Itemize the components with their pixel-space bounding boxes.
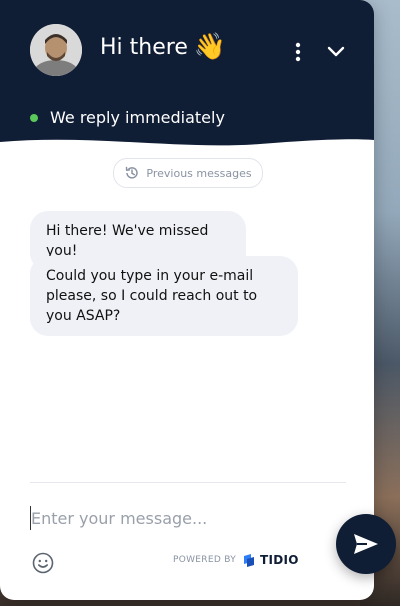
status-indicator: We reply immediately bbox=[30, 108, 225, 127]
previous-messages-label: Previous messages bbox=[146, 166, 252, 180]
chat-title: Hi there 👋 bbox=[100, 34, 226, 60]
emoji-button[interactable] bbox=[32, 552, 54, 574]
history-icon bbox=[126, 166, 139, 179]
online-dot-icon bbox=[30, 113, 38, 122]
brand: TIDIO bbox=[242, 553, 299, 567]
send-button[interactable] bbox=[336, 514, 396, 574]
status-text: We reply immediately bbox=[50, 108, 225, 127]
message-input[interactable] bbox=[30, 506, 311, 530]
tidio-logo-icon bbox=[244, 554, 255, 567]
message-bubble: Could you type in your e-mail please, so… bbox=[30, 256, 298, 336]
powered-by[interactable]: POWERED BY TIDIO bbox=[173, 553, 299, 567]
powered-by-label: POWERED BY bbox=[173, 555, 237, 565]
minimize-chat-button[interactable] bbox=[324, 38, 348, 66]
previous-messages-button[interactable]: Previous messages bbox=[113, 158, 263, 188]
conversation-area: Previous messages Hi there! We've missed… bbox=[0, 150, 374, 600]
agent-avatar bbox=[30, 24, 82, 76]
header-wave-divider bbox=[0, 139, 374, 152]
chat-title-text: Hi there bbox=[100, 34, 188, 60]
more-vertical-icon bbox=[295, 42, 301, 62]
send-icon bbox=[354, 534, 378, 554]
brand-name: TIDIO bbox=[260, 553, 299, 567]
smiley-icon bbox=[32, 552, 54, 574]
composer-divider bbox=[30, 482, 346, 483]
chevron-down-icon bbox=[327, 46, 345, 57]
chat-widget: Hi there 👋 We reply immediately Previous… bbox=[0, 0, 374, 600]
chat-header: Hi there 👋 We reply immediately bbox=[0, 0, 374, 152]
waving-hand-icon: 👋 bbox=[193, 32, 227, 62]
more-options-button[interactable] bbox=[290, 38, 306, 66]
